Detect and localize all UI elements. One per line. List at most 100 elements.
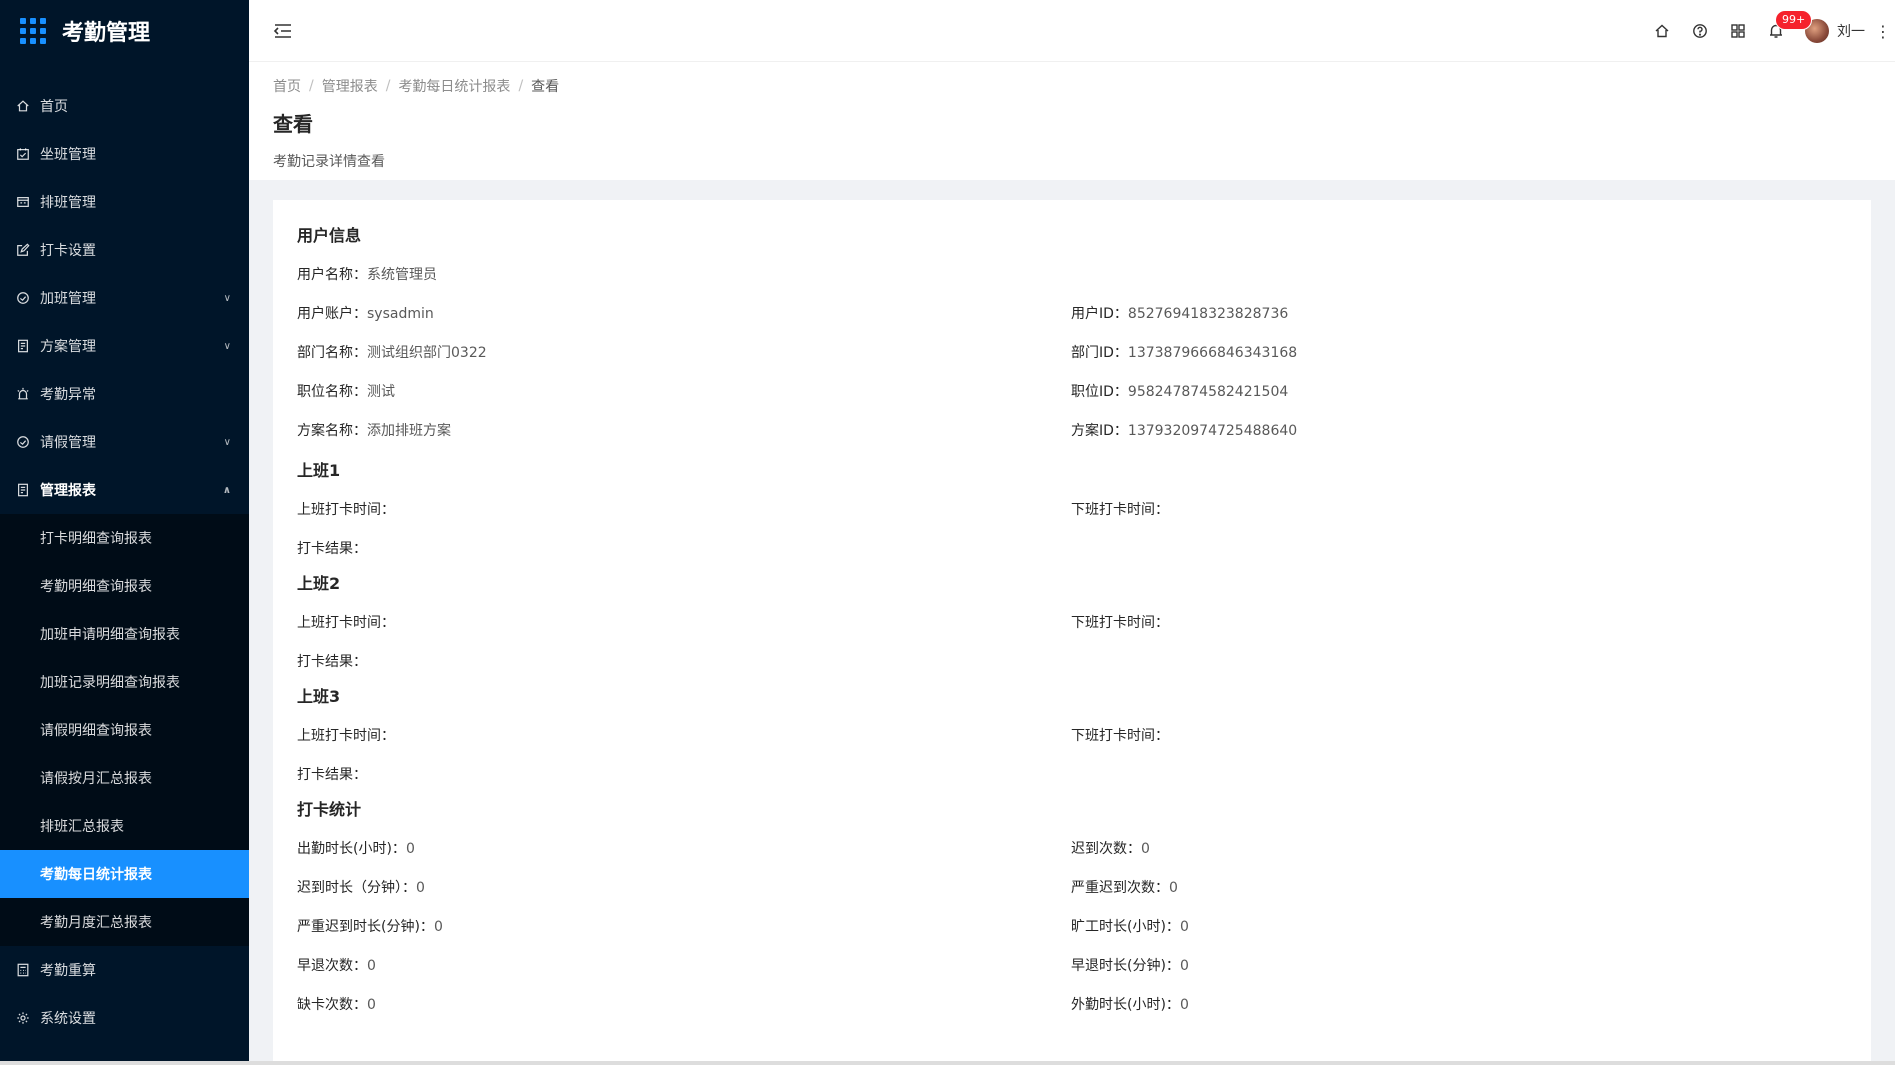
field-value: 0 <box>367 958 376 974</box>
field-value: 测试组织部门0322 <box>367 345 487 361</box>
detail-row: 上班打卡时间： 下班打卡时间： <box>297 612 1847 651</box>
field-missing-count: 缺卡次数：0 <box>297 994 1071 1016</box>
sidebar-item-home[interactable]: 首页 <box>0 82 249 130</box>
sidebar-item-leave-monthly-report[interactable]: 请假按月汇总报表 <box>0 754 249 802</box>
field-early-minutes: 早退时长(分钟)：0 <box>1071 955 1845 977</box>
sidebar-item-punch-detail-report[interactable]: 打卡明细查询报表 <box>0 514 249 562</box>
field-clock-out-time: 下班打卡时间： <box>1071 502 1169 518</box>
sidebar-item-overtime-apply-report[interactable]: 加班申请明细查询报表 <box>0 610 249 658</box>
sidebar-item-label: 请假明细查询报表 <box>40 723 152 739</box>
sidebar-item-label: 管理报表 <box>40 483 96 499</box>
home-icon <box>16 99 30 113</box>
sidebar-item-label: 考勤明细查询报表 <box>40 579 152 595</box>
field-value: 0 <box>433 919 443 935</box>
sidebar-item-overtime-record-report[interactable]: 加班记录明细查询报表 <box>0 658 249 706</box>
sidebar-item-attendance-detail-report[interactable]: 考勤明细查询报表 <box>0 562 249 610</box>
question-icon <box>1693 24 1707 38</box>
field-label: 迟到时长（分钟）： <box>297 880 416 896</box>
page-header: 首页 / 管理报表 / 考勤每日统计报表 / 查看 查看 考勤记录详情查看 <box>249 62 1895 180</box>
field-label: 方案名称： <box>297 423 367 439</box>
sidebar-item-system-settings[interactable]: 系统设置 <box>0 994 249 1042</box>
breadcrumb-separator: / <box>518 78 524 94</box>
field-label: 部门ID： <box>1071 345 1128 361</box>
detail-row: 上班打卡时间： 下班打卡时间： <box>297 725 1847 764</box>
sidebar-item-label: 加班记录明细查询报表 <box>40 675 180 691</box>
clock-icon <box>16 435 30 449</box>
sidebar-item-label: 排班汇总报表 <box>40 819 124 835</box>
notification-button[interactable]: 99+ <box>1757 0 1813 62</box>
field-clock-out-time: 下班打卡时间： <box>1071 728 1169 744</box>
field-label: 方案ID： <box>1071 423 1128 439</box>
sidebar-item-punch-settings[interactable]: 打卡设置 <box>0 226 249 274</box>
sidebar-item-leave-detail-report[interactable]: 请假明细查询报表 <box>0 706 249 754</box>
detail-row: 早退次数：0 早退时长(分钟)：0 <box>297 955 1847 994</box>
gear-icon <box>16 1011 30 1025</box>
field-clock-in-time: 上班打卡时间： <box>297 615 395 631</box>
more-vertical-icon[interactable]: ⋮ <box>1873 22 1893 41</box>
detail-row: 缺卡次数：0 外勤时长(小时)：0 <box>297 994 1847 1033</box>
detail-row: 打卡结果： <box>297 764 1847 798</box>
menu-fold-icon[interactable] <box>273 22 293 40</box>
field-value: 852769418323828736 <box>1127 306 1289 322</box>
detail-row: 出勤时长(小时)：0 迟到次数：0 <box>297 838 1847 877</box>
help-button[interactable] <box>1681 0 1719 62</box>
field-label: 缺卡次数： <box>297 997 367 1013</box>
sidebar-item-schedule-summary-report[interactable]: 排班汇总报表 <box>0 802 249 850</box>
document-icon <box>16 339 30 353</box>
field-value: 0 <box>1179 958 1189 974</box>
chevron-down-icon: ∨ <box>223 292 231 304</box>
detail-row: 用户名称：系统管理员 <box>297 264 1847 303</box>
sidebar-item-label: 考勤每日统计报表 <box>40 867 152 883</box>
clock-icon <box>16 291 30 305</box>
sidebar-item-schedule[interactable]: 排班管理 <box>0 178 249 226</box>
home-button[interactable] <box>1643 0 1681 62</box>
report-icon <box>16 483 30 497</box>
field-clock-in-time: 上班打卡时间： <box>297 502 395 518</box>
sidebar: 考勤管理 首页 坐班管理 排班管理 打卡设置 加班管理 ∨ 方案管理 ∨ 考勤异… <box>0 0 249 1065</box>
sidebar-item-reports[interactable]: 管理报表 ∧ <box>0 466 249 514</box>
sidebar-item-leave[interactable]: 请假管理 ∨ <box>0 418 249 466</box>
breadcrumb-daily-report[interactable]: 考勤每日统计报表 <box>398 76 510 96</box>
sidebar-item-shift[interactable]: 坐班管理 <box>0 130 249 178</box>
field-value: 添加排班方案 <box>367 423 451 439</box>
sidebar-item-label: 坐班管理 <box>40 147 96 163</box>
detail-row: 上班打卡时间： 下班打卡时间： <box>297 499 1847 538</box>
field-label: 严重迟到时长(分钟)： <box>297 919 434 935</box>
breadcrumb-home[interactable]: 首页 <box>273 76 301 96</box>
chevron-down-icon: ∨ <box>223 436 231 448</box>
sidebar-item-exceptions[interactable]: 考勤异常 <box>0 370 249 418</box>
sidebar-item-label: 加班管理 <box>40 291 96 307</box>
section-title-shift-2: 上班2 <box>297 574 341 593</box>
detail-row: 职位名称：测试 职位ID：958247874582421504 <box>297 381 1847 420</box>
sidebar-item-plan[interactable]: 方案管理 ∨ <box>0 322 249 370</box>
sidebar-item-label: 系统设置 <box>40 1011 96 1027</box>
home-icon <box>1655 24 1669 38</box>
sidebar-item-monthly-summary-report[interactable]: 考勤月度汇总报表 <box>0 898 249 946</box>
breadcrumb: 首页 / 管理报表 / 考勤每日统计报表 / 查看 <box>273 76 1871 96</box>
sidebar-item-overtime[interactable]: 加班管理 ∨ <box>0 274 249 322</box>
field-user-name: 用户名称：系统管理员 <box>297 264 1071 286</box>
field-label: 用户名称： <box>297 267 367 283</box>
field-punch-result: 打卡结果： <box>297 767 367 783</box>
breadcrumb-reports[interactable]: 管理报表 <box>322 76 378 96</box>
field-label: 外勤时长(小时)： <box>1071 997 1180 1013</box>
sidebar-item-daily-stats-report[interactable]: 考勤每日统计报表 <box>0 850 249 898</box>
calculator-icon <box>16 963 30 977</box>
header-actions: 99+ 刘一 ⋮ <box>1643 0 1895 62</box>
notification-badge: 99+ <box>1775 10 1813 30</box>
field-punch-result: 打卡结果： <box>297 541 367 557</box>
horizontal-scrollbar[interactable] <box>0 1061 1895 1065</box>
user-menu[interactable]: 刘一 <box>1805 19 1865 43</box>
detail-row: 打卡结果： <box>297 538 1847 572</box>
detail-row: 用户账户：sysadmin 用户ID：852769418323828736 <box>297 303 1847 342</box>
apps-button[interactable] <box>1719 0 1757 62</box>
grid-icon <box>1731 24 1745 38</box>
field-early-count: 早退次数：0 <box>297 955 1071 977</box>
sidebar-item-recalculate[interactable]: 考勤重算 <box>0 946 249 994</box>
apps-grid-icon <box>20 18 46 44</box>
sidebar-item-label: 请假按月汇总报表 <box>40 771 152 787</box>
field-value: 测试 <box>367 384 395 400</box>
sidebar-item-label: 加班申请明细查询报表 <box>40 627 180 643</box>
app-logo[interactable]: 考勤管理 <box>0 0 249 62</box>
field-punch-result: 打卡结果： <box>297 654 367 670</box>
